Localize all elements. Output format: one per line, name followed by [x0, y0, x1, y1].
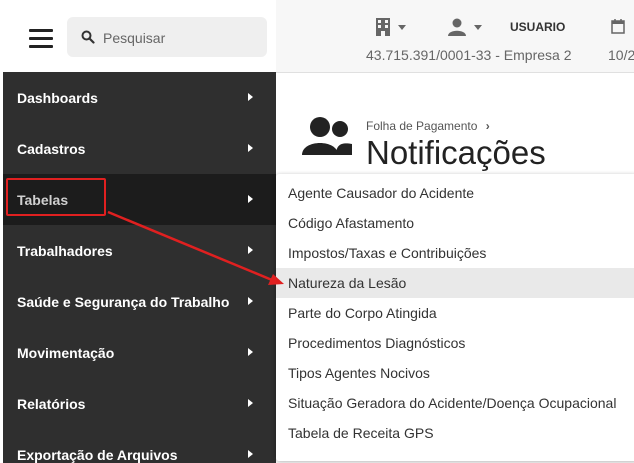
sidebar-item-tabelas[interactable]: Tabelas — [3, 174, 276, 225]
sidebar-item-label: Exportação de Arquivos — [17, 446, 178, 463]
sidebar-item-label: Tabelas — [17, 191, 69, 208]
sidebar-item-exportacao[interactable]: Exportação de Arquivos — [3, 429, 276, 463]
page-title: Notificações — [366, 134, 546, 171]
sidebar-item-cadastros[interactable]: Cadastros — [3, 123, 276, 174]
chevron-right-icon — [248, 297, 253, 305]
chevron-down-icon — [398, 24, 406, 30]
building-icon — [376, 18, 390, 36]
chevron-right-icon — [248, 450, 253, 458]
user-icon — [448, 18, 466, 36]
sidebar-item-saude-seguranca[interactable]: Saúde e Segurança do Trabalho — [3, 276, 276, 327]
search-input[interactable] — [101, 17, 265, 59]
submenu-item[interactable]: Impostos/Taxas e Contribuições — [276, 238, 634, 268]
sidebar-item-label: Relatórios — [17, 395, 86, 412]
submenu-item[interactable]: Tabela de Receita GPS — [276, 418, 634, 448]
sidebar-item-relatorios[interactable]: Relatórios — [3, 378, 276, 429]
chevron-right-icon — [248, 399, 253, 407]
submenu-item-hovered[interactable]: Natureza da Lesão — [276, 268, 634, 298]
chevron-right-icon — [248, 348, 253, 356]
breadcrumb-item[interactable]: Folha de Pagamento — [366, 119, 477, 133]
sidebar-item-dashboards[interactable]: Dashboards — [3, 72, 276, 123]
sidebar-item-trabalhadores[interactable]: Trabalhadores — [3, 225, 276, 276]
chevron-down-icon — [474, 24, 482, 30]
chevron-right-icon — [248, 144, 253, 152]
chevron-right-icon — [248, 195, 253, 203]
sidebar-item-movimentacao[interactable]: Movimentação — [3, 327, 276, 378]
topbar-left — [3, 0, 276, 73]
user-label: USUARIO — [510, 20, 566, 34]
chevron-right-icon — [248, 93, 253, 101]
breadcrumb-separator: › — [485, 119, 490, 133]
topbar-right: USUARIO 43.715.391/0001-33 - Empresa 2 1… — [276, 0, 634, 73]
company-selector[interactable] — [376, 18, 406, 36]
page-header: Folha de Pagamento › Notificações — [276, 73, 634, 173]
sidebar-item-label: Dashboards — [17, 89, 98, 106]
search-box[interactable] — [67, 17, 267, 59]
menu-icon[interactable] — [29, 29, 53, 49]
calendar-icon[interactable] — [611, 18, 625, 34]
sidebar-item-label: Movimentação — [17, 344, 115, 361]
search-icon — [81, 30, 95, 44]
sidebar-item-label: Saúde e Segurança do Trabalho — [17, 293, 230, 310]
sidebar-item-label: Trabalhadores — [17, 242, 113, 259]
breadcrumb: Folha de Pagamento › — [366, 119, 490, 133]
sidebar-item-label: Cadastros — [17, 140, 86, 157]
tabelas-submenu: Agente Causador do Acidente Código Afast… — [276, 174, 634, 461]
users-icon — [302, 117, 352, 155]
user-menu[interactable]: USUARIO — [448, 18, 565, 36]
submenu-item[interactable]: Procedimentos Diagnósticos — [276, 328, 634, 358]
date-text: 10/2 — [608, 47, 634, 63]
submenu-item[interactable]: Situação Geradora do Acidente/Doença Ocu… — [276, 388, 634, 418]
submenu-item[interactable]: Parte do Corpo Atingida — [276, 298, 634, 328]
submenu-item[interactable]: Código Afastamento — [276, 208, 634, 238]
chevron-right-icon — [248, 246, 253, 254]
sidebar-nav: Dashboards Cadastros Tabelas Trabalhador… — [3, 72, 276, 463]
submenu-item[interactable]: Tipos Agentes Nocivos — [276, 358, 634, 388]
submenu-item[interactable]: Agente Causador do Acidente — [276, 178, 634, 208]
company-text: 43.715.391/0001-33 - Empresa 2 — [366, 47, 572, 63]
